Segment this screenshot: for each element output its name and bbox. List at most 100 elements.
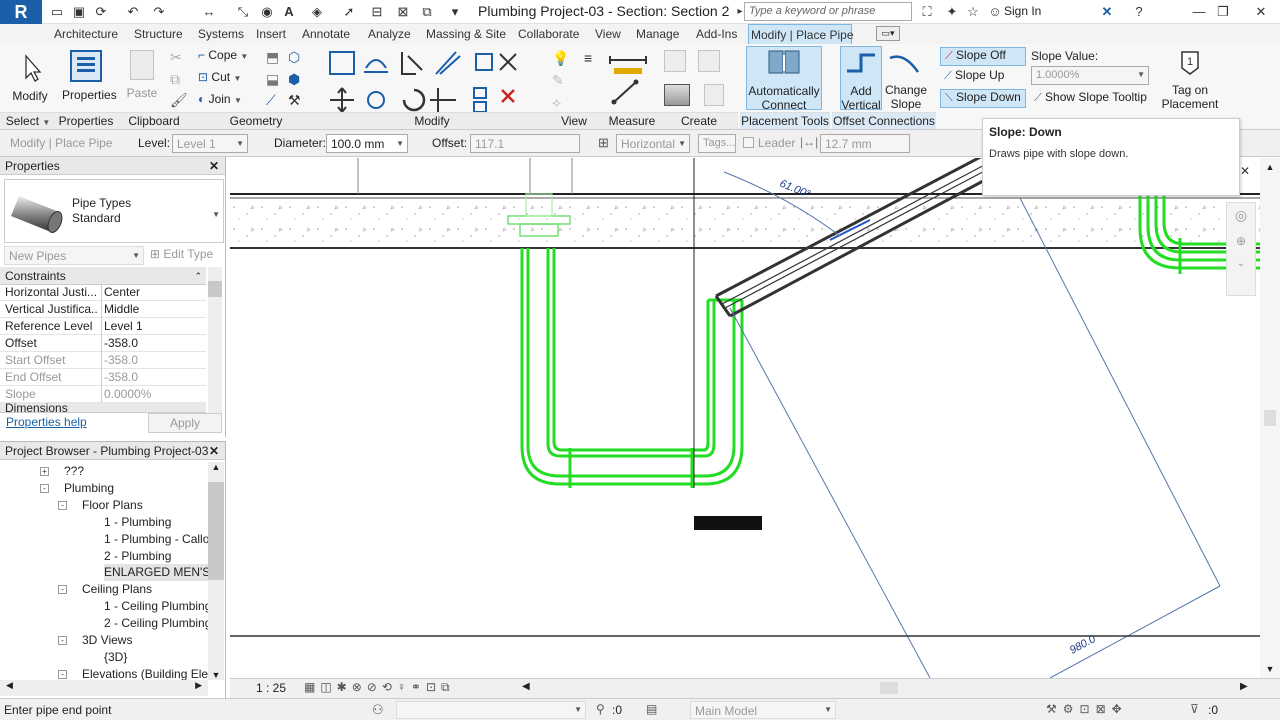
design-options-icon[interactable]: ▤	[646, 702, 657, 716]
slope-down-button[interactable]: ⟍ Slope Down	[940, 89, 1026, 108]
browser-item[interactable]: ENLARGED MEN'S RC	[0, 564, 208, 582]
scroll-down-icon[interactable]: ▼	[208, 670, 224, 680]
property-row[interactable]: Start Offset -358.0	[0, 352, 206, 369]
measure-icon[interactable]: ↔	[200, 3, 218, 21]
3d-view-icon[interactable]: ◈	[308, 3, 326, 21]
browser-item[interactable]: 1 - Plumbing - Callou	[0, 531, 208, 548]
scroll-up-icon[interactable]: ▲	[208, 462, 224, 472]
scroll-up-icon[interactable]: ▲	[1260, 162, 1280, 172]
binoculars-icon[interactable]: ⛶	[918, 3, 936, 21]
properties-help-link[interactable]: Properties help	[6, 415, 87, 429]
browser-scrollbar-h[interactable]: ◀ ▶	[0, 680, 208, 696]
thin-lines-icon[interactable]: ⊟	[368, 3, 386, 21]
search-input[interactable]: Type a keyword or phrase	[744, 2, 912, 21]
user-icon[interactable]: ☺	[986, 3, 1004, 21]
browser-item[interactable]: - 3D Views	[0, 632, 208, 649]
restore-icon[interactable]: ❐	[1214, 3, 1232, 21]
change-slope-button[interactable]: Change Slope	[884, 46, 928, 111]
app-menu-button[interactable]: R	[0, 0, 42, 24]
create-parts-icon[interactable]	[664, 84, 694, 110]
redo-icon[interactable]: ↷	[150, 3, 168, 21]
browser-item[interactable]: {3D}	[0, 649, 208, 666]
slope-up-button[interactable]: ⟋ Slope Up	[940, 68, 1026, 87]
steering-wheel-icon[interactable]: ◎	[1227, 207, 1255, 224]
browser-item[interactable]: - Plumbing	[0, 480, 208, 497]
panel-select[interactable]: Select ▼	[0, 112, 56, 129]
hide-in-view-icon[interactable]: 💡	[552, 50, 569, 67]
type-selector[interactable]: Pipe Types Standard ▼	[4, 179, 224, 243]
browser-item[interactable]: 2 - Plumbing	[0, 548, 208, 565]
hammer-icon[interactable]: ⚒	[288, 92, 301, 109]
tags-button[interactable]: Tags...	[698, 134, 736, 153]
tab-architecture[interactable]: Architecture	[52, 24, 120, 44]
property-value[interactable]: -358.0	[101, 335, 206, 352]
property-row[interactable]: End Offset -358.0	[0, 369, 206, 386]
properties-button[interactable]: Properties	[62, 48, 117, 108]
help-icon[interactable]: ?	[1130, 3, 1148, 21]
text-icon[interactable]: A	[280, 3, 298, 21]
view-scale[interactable]: 1 : 25	[256, 681, 286, 695]
property-value[interactable]: 0.0000%	[101, 386, 206, 403]
collapse-icon[interactable]: -	[58, 669, 67, 679]
instance-selector[interactable]: New Pipes ▼	[4, 246, 144, 265]
browser-item[interactable]: - Ceiling Plans	[0, 581, 208, 598]
property-row[interactable]: Vertical Justifica... Middle	[0, 301, 206, 318]
aligned-dimension-icon[interactable]: ⤡	[234, 3, 252, 21]
slope-value-select[interactable]: 1.0000% ▼	[1031, 66, 1149, 85]
modify-button[interactable]: Modify	[10, 48, 50, 108]
close-view-icon[interactable]: ✕	[1240, 164, 1250, 178]
favorites-icon[interactable]: ☆	[964, 3, 982, 21]
canvas-scroll-thumb-h[interactable]	[880, 682, 898, 694]
paint-icon[interactable]: ⬢	[288, 71, 300, 88]
close-icon[interactable]: ✕	[209, 157, 219, 175]
subscription-icon[interactable]: ✦	[943, 3, 961, 21]
property-value[interactable]: -358.0	[101, 352, 206, 369]
property-value[interactable]: Middle	[101, 301, 206, 318]
scroll-right-icon[interactable]: ▶	[1240, 681, 1248, 692]
tag-orientation-select[interactable]: Horizontal ▼	[616, 134, 690, 153]
sync-icon[interactable]: ⟳	[92, 3, 110, 21]
editable-only-icon[interactable]: ⚲	[596, 702, 605, 716]
linework-icon[interactable]: ⟡	[552, 94, 561, 111]
copy-clipboard-icon[interactable]: ⧉	[170, 71, 180, 88]
minimize-icon[interactable]: —	[1190, 3, 1208, 21]
collapse-icon[interactable]: -	[58, 585, 67, 595]
properties-scrollbar[interactable]	[208, 267, 222, 413]
join-button[interactable]: ◐ Join ▼	[198, 92, 242, 112]
cut-clipboard-icon[interactable]: ✂	[170, 49, 182, 66]
automatically-connect-button[interactable]: Automatically Connect	[746, 46, 822, 112]
canvas-scrollbar-v[interactable]: ▲ ▼	[1260, 158, 1280, 678]
property-value[interactable]: Center	[101, 284, 206, 301]
paste-button[interactable]: Paste	[120, 48, 164, 108]
create-similar-icon[interactable]	[664, 50, 690, 76]
worksets-icon[interactable]: ⚇	[372, 702, 384, 718]
tab-collaborate[interactable]: Collaborate	[516, 24, 581, 44]
browser-scrollbar-v[interactable]: ▲ ▼	[208, 462, 224, 680]
add-vertical-button[interactable]: Add Vertical	[840, 46, 882, 112]
tab-insert[interactable]: Insert	[254, 24, 288, 44]
match-type-icon[interactable]: 🖌	[170, 92, 188, 109]
cut-geometry-button[interactable]: ⊡ Cut ▼	[198, 70, 241, 90]
qat-customize-icon[interactable]: ▾	[446, 3, 464, 21]
property-row[interactable]: Offset -358.0	[0, 335, 206, 352]
property-value[interactable]: Level 1	[101, 318, 206, 335]
expand-icon[interactable]: +	[40, 467, 49, 476]
demolish-icon[interactable]: ⬓	[266, 71, 279, 88]
tab-view[interactable]: View	[593, 24, 623, 44]
level-select[interactable]: Level 1 ▼	[172, 134, 248, 153]
filter-icon[interactable]: ⊽	[1190, 702, 1199, 716]
create-group-icon[interactable]	[698, 50, 724, 76]
scroll-down-icon[interactable]: ▼	[1260, 664, 1280, 674]
leader-length-input[interactable]: 12.7 mm	[820, 134, 910, 153]
justification-icon[interactable]: ⊞	[598, 135, 609, 151]
close-icon[interactable]: ✕	[209, 442, 219, 460]
selection-options-icons[interactable]: ⚒⚙⊡⊠✥	[1046, 702, 1128, 716]
save-icon[interactable]: ▣	[70, 3, 88, 21]
open-icon[interactable]: ▭	[48, 3, 66, 21]
browser-item[interactable]: 1 - Ceiling Plumbing	[0, 598, 208, 615]
tab-manage[interactable]: Manage	[634, 24, 681, 44]
collapse-icon[interactable]: -	[58, 500, 67, 510]
drawing-canvas[interactable]: 61.00° 980.0 ◎ ⊕ ⌄ ✕	[230, 158, 1260, 678]
pipe-u-trap[interactable]	[520, 248, 744, 488]
tag-icon[interactable]: ◉	[258, 3, 276, 21]
